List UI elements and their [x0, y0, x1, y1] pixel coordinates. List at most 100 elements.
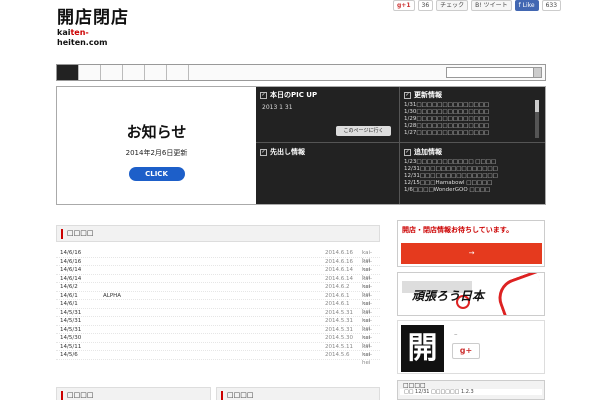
- news-row[interactable]: 14/6/14 2014.6.14 kai-hei: [56, 275, 380, 290]
- addition-list: 1/23□□□□□□□□□□□ □□□□ 12/31□□□□□□□□□□□□□□…: [404, 159, 541, 194]
- news-posted-date: 2014.6.14: [325, 267, 353, 273]
- nav-item-4[interactable]: [123, 65, 145, 80]
- news-posted-date: 2014.5.30: [325, 335, 353, 341]
- list-item[interactable]: 12/31□□□□□□□□□□□□□□□: [404, 173, 541, 180]
- news-posted-date: 2014.6.14: [325, 275, 353, 282]
- tweet-button[interactable]: B! ツイート: [471, 0, 512, 11]
- news-posted-date: 2014.6.2: [325, 284, 350, 290]
- site-logo[interactable]: 開店閉店 kaiten-heiten.com: [57, 8, 137, 47]
- news-date: 14/6/14: [60, 275, 82, 282]
- list-item[interactable]: 12/31□□□□□□□□□□□□□□□: [404, 166, 541, 173]
- open-close-info-banner[interactable]: 開店・閉店情報お待ちしています。 →: [397, 220, 545, 267]
- open-close-title: 開店・閉店情報お待ちしています。: [402, 226, 514, 234]
- news-category: kai-hei: [362, 352, 372, 366]
- news-row[interactable]: 14/6/14 2014.6.14 kai-hei: [56, 266, 380, 281]
- news-row[interactable]: 14/6/1 ALPHA 2014.6.1 kai-hei: [56, 292, 380, 307]
- news-section-title: □□□□: [67, 229, 94, 237]
- news-list: 14/6/16 2014.6.16 kai-hei 14/6/16 2014.6.16 k…: [56, 249, 380, 366]
- news-posted-date: 2014.6.1: [325, 292, 350, 299]
- news-date: 14/6/16: [60, 250, 82, 256]
- logo-title: 開店閉店: [57, 8, 129, 28]
- go-to-page-button[interactable]: このページに行く: [336, 126, 391, 136]
- check-icon: ✓: [260, 91, 267, 99]
- news-posted-date: 2014.6.1: [325, 301, 350, 307]
- check-icon: ✓: [404, 148, 411, 156]
- logo-domain: kaiten-heiten.com: [57, 28, 108, 47]
- list-item[interactable]: 1/27□□□□□□□□□□□□□□: [404, 130, 541, 137]
- pickup-date: 2013 1 31: [262, 104, 293, 111]
- global-nav: [56, 64, 546, 81]
- kai-logo-icon: 開: [401, 325, 444, 372]
- sidebar-box-title: □□□□: [403, 382, 426, 389]
- preview-pane: ✓ 先出し情報: [256, 143, 400, 204]
- news-posted-date: 2014.5.11: [325, 343, 353, 350]
- profile-dash: –: [454, 330, 458, 338]
- profile-box: 開 – g+: [397, 320, 545, 374]
- nav-item-6[interactable]: [167, 65, 189, 80]
- submit-info-button[interactable]: →: [401, 243, 542, 264]
- news-date: 14/5/6: [60, 352, 78, 358]
- search-input[interactable]: [447, 68, 533, 77]
- preview-title: 先出し情報: [270, 148, 305, 156]
- list-item[interactable]: 1/6□□□□WonderGOO □□□□: [404, 187, 541, 194]
- sidebar-box: □□□□ □□ 12/31 □□□□□□ 1.2.3: [397, 380, 545, 400]
- news-row[interactable]: 14/6/2 2014.6.2 kai-hei: [56, 283, 380, 298]
- news-date: 14/5/31: [60, 318, 82, 324]
- news-row[interactable]: 14/5/31 2014.5.31 kai-hei: [56, 309, 380, 324]
- news-row[interactable]: 14/5/31 2014.5.31 kai-hei: [56, 326, 380, 341]
- news-date: 14/5/31: [60, 309, 82, 316]
- nav-item-3[interactable]: [101, 65, 123, 80]
- scrollbar[interactable]: [535, 100, 539, 138]
- news-date: 14/6/1: [60, 292, 78, 299]
- bottom-left-section-header: □□□□: [56, 387, 211, 400]
- list-item[interactable]: 1/31□□□□□□□□□□□□□□: [404, 102, 541, 109]
- news-date: 14/5/30: [60, 335, 82, 341]
- news-posted-date: 2014.5.31: [325, 318, 353, 324]
- list-item[interactable]: 12/15□□□Hamabowl □□□□□: [404, 180, 541, 187]
- news-row[interactable]: 14/5/30 2014.5.30 kai-hei: [56, 334, 380, 349]
- news-row[interactable]: 14/5/31 2014.5.31 kai-hei: [56, 317, 380, 332]
- facebook-like-button[interactable]: f Like: [514, 0, 539, 11]
- list-item[interactable]: 1/23□□□□□□□□□□□ □□□□: [404, 159, 541, 166]
- list-item[interactable]: 1/29□□□□□□□□□□□□□□: [404, 116, 541, 123]
- click-button[interactable]: CLICK: [128, 167, 185, 181]
- top-banner: お知らせ 2014年2月6日更新 CLICK ✓ 本日のPIC UP 2013 1…: [56, 86, 546, 205]
- ganbarou-nippon-banner[interactable]: 頑張ろう日本: [397, 272, 545, 316]
- news-row[interactable]: 14/6/16 2014.6.16 kai-hei: [56, 258, 380, 273]
- list-item[interactable]: 1/28□□□□□□□□□□□□□□: [404, 123, 541, 130]
- news-row[interactable]: 14/6/16 2014.6.16 kai-hei: [56, 249, 380, 264]
- news-posted-date: 2014.6.16: [325, 258, 353, 265]
- news-posted-date: 2014.5.31: [325, 326, 353, 333]
- sidebar-box-row[interactable]: □□ 12/31 □□□□□□ 1.2.3: [400, 389, 542, 395]
- update-pane: ✓ 更新情報 1/31□□□□□□□□□□□□□□ 1/30□□□□□□□□□□□…: [400, 87, 545, 143]
- news-date: 14/5/31: [60, 326, 82, 333]
- gplus-follow-button[interactable]: g+: [452, 343, 480, 359]
- news-date: 14/5/11: [60, 343, 82, 350]
- ganbarou-title: 頑張ろう日本: [412, 289, 485, 303]
- news-row[interactable]: 14/5/6 2014.5.6 kai-hei: [56, 351, 380, 366]
- gplus-button[interactable]: g+1: [393, 0, 415, 11]
- bottom-right-section-header: □□□□: [216, 387, 380, 400]
- news-row[interactable]: 14/5/11 2014.5.11 kai-hei: [56, 343, 380, 358]
- facebook-count: 633: [541, 0, 562, 11]
- mixi-check-button[interactable]: チェック: [436, 0, 469, 11]
- notice-date: 2014年2月6日更新: [125, 149, 188, 157]
- update-list: 1/31□□□□□□□□□□□□□□ 1/30□□□□□□□□□□□□□□ 1/…: [404, 102, 541, 137]
- check-icon: ✓: [404, 91, 411, 99]
- news-title[interactable]: ALPHA: [103, 292, 121, 300]
- addition-title: 追加情報: [414, 148, 442, 156]
- list-item[interactable]: 1/30□□□□□□□□□□□□□□: [404, 109, 541, 116]
- search-box: [446, 67, 542, 78]
- pickup-pane: ✓ 本日のPIC UP 2013 1 31 このページに行く: [256, 87, 400, 143]
- red-curve-icon: [492, 273, 544, 315]
- nav-item-5[interactable]: [145, 65, 167, 80]
- news-row[interactable]: 14/6/1 2014.6.1 kai-hei: [56, 300, 380, 315]
- news-section-header: □□□□: [56, 225, 380, 242]
- red-bar: [221, 391, 223, 400]
- search-button[interactable]: [533, 68, 541, 77]
- update-title: 更新情報: [414, 91, 442, 99]
- news-date: 14/6/14: [60, 267, 82, 273]
- nav-item-home[interactable]: [57, 65, 79, 80]
- news-date: 14/6/2: [60, 284, 78, 290]
- nav-item-2[interactable]: [79, 65, 101, 80]
